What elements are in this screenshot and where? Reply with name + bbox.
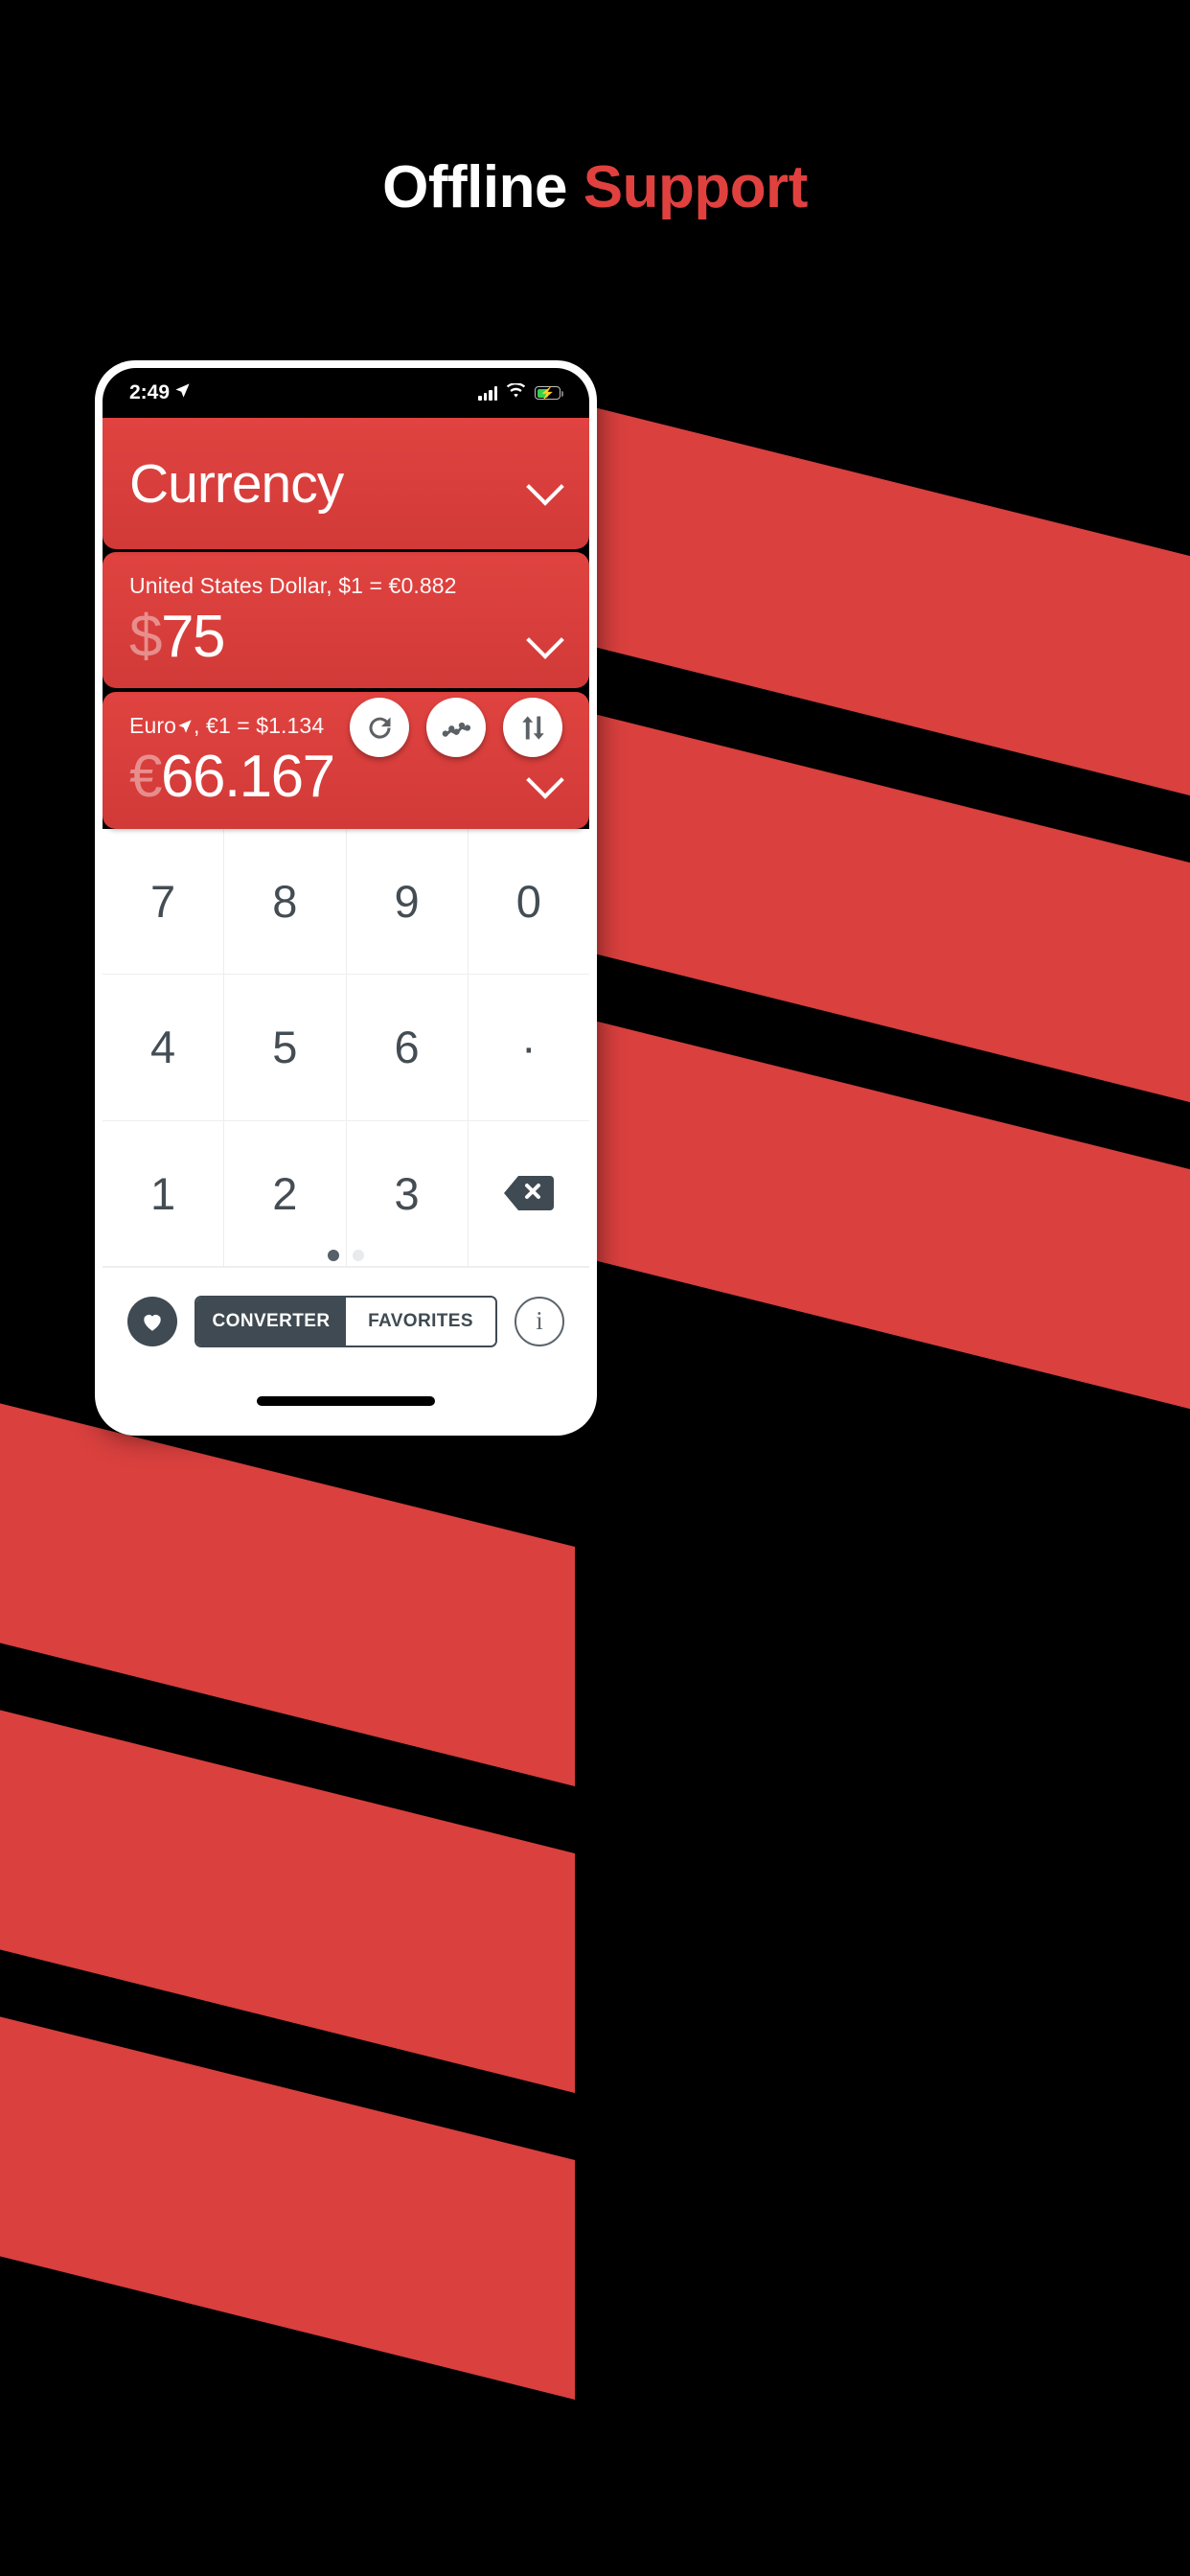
- key-decimal[interactable]: ·: [469, 975, 589, 1119]
- favorites-heart-button[interactable]: [127, 1296, 177, 1346]
- status-bar: 2:49 ⚡: [103, 368, 589, 418]
- backspace-icon: [502, 1173, 556, 1213]
- swap-button[interactable]: [503, 698, 562, 757]
- from-amount-number: 75: [160, 604, 225, 670]
- currency-title-bar[interactable]: Currency: [103, 418, 589, 549]
- action-buttons: [350, 698, 562, 757]
- from-rate-text: United States Dollar, $1 = €0.882: [129, 573, 457, 598]
- refresh-button[interactable]: [350, 698, 409, 757]
- to-chevron-down-icon[interactable]: [528, 760, 562, 794]
- info-button[interactable]: i: [515, 1296, 564, 1346]
- key-6[interactable]: 6: [347, 975, 469, 1120]
- page-dot-active[interactable]: [328, 1250, 339, 1261]
- location-arrow-icon: [174, 381, 191, 404]
- headline-red-text: Support: [583, 154, 809, 220]
- from-currency-row[interactable]: United States Dollar, $1 = €0.882 $75: [103, 552, 589, 689]
- headline-white-text: Offline: [382, 154, 584, 220]
- keypad-row: 7 8 9 0: [103, 828, 589, 976]
- to-location-arrow-icon: [177, 719, 193, 734]
- home-indicator-area: [103, 1374, 589, 1428]
- key-2[interactable]: 2: [224, 1120, 347, 1266]
- key-1[interactable]: 1: [103, 1120, 225, 1266]
- tab-favorites[interactable]: FAVORITES: [346, 1297, 495, 1346]
- refresh-icon: [369, 717, 391, 739]
- key-8[interactable]: 8: [224, 828, 347, 975]
- key-5[interactable]: 5: [224, 975, 347, 1120]
- phone-mockup: 2:49 ⚡ Currency United States Dollar, $1…: [95, 360, 597, 1436]
- to-amount-number: 66.167: [160, 744, 335, 811]
- key-9[interactable]: 9: [347, 828, 469, 975]
- to-currency-symbol: €: [129, 744, 162, 811]
- keypad-row: 4 5 6 ·: [103, 975, 589, 1121]
- key-7[interactable]: 7: [103, 828, 225, 975]
- key-3[interactable]: 3: [347, 1120, 469, 1266]
- chevron-down-icon[interactable]: [528, 467, 562, 501]
- cellular-signal-icon: [478, 385, 497, 401]
- tab-segmented-control: CONVERTER FAVORITES: [195, 1295, 497, 1347]
- wifi-icon: [506, 381, 526, 403]
- to-currency-name: Euro: [129, 713, 176, 739]
- page-dots: [103, 1250, 589, 1261]
- converter-panel: Currency United States Dollar, $1 = €0.8…: [103, 418, 589, 829]
- heart-icon: [144, 1314, 161, 1331]
- swap-vertical-icon: [521, 715, 544, 740]
- from-chevron-down-icon[interactable]: [528, 620, 562, 655]
- from-currency-symbol: $: [129, 604, 162, 670]
- chart-button[interactable]: [426, 698, 486, 757]
- key-0[interactable]: 0: [469, 829, 589, 974]
- from-amount-value[interactable]: $75: [129, 603, 528, 671]
- line-chart-icon: [442, 722, 470, 737]
- status-time: 2:49: [129, 381, 171, 403]
- status-bar-left: 2:49: [129, 381, 191, 404]
- home-indicator[interactable]: [257, 1396, 435, 1406]
- phone-screen: 2:49 ⚡ Currency United States Dollar, $1…: [103, 368, 589, 1428]
- page-title: Currency: [129, 452, 344, 515]
- key-4[interactable]: 4: [103, 975, 225, 1120]
- bottom-bar: CONVERTER FAVORITES i: [103, 1267, 589, 1374]
- key-backspace[interactable]: [469, 1121, 589, 1266]
- tab-converter[interactable]: CONVERTER: [196, 1297, 346, 1346]
- page-headline: Offline Support: [0, 153, 1190, 221]
- stripe-right-3: [575, 1016, 1190, 1591]
- battery-charging-icon: ⚡: [535, 386, 563, 400]
- to-rate-text: , €1 = $1.134: [193, 713, 325, 739]
- from-amount-line: $75: [129, 603, 562, 671]
- keypad-row: 1 2 3: [103, 1120, 589, 1267]
- page-dot-inactive[interactable]: [353, 1250, 364, 1261]
- status-bar-right: ⚡: [478, 381, 563, 403]
- keypad: 7 8 9 0 4 5 6 · 1 2 3: [103, 828, 589, 1267]
